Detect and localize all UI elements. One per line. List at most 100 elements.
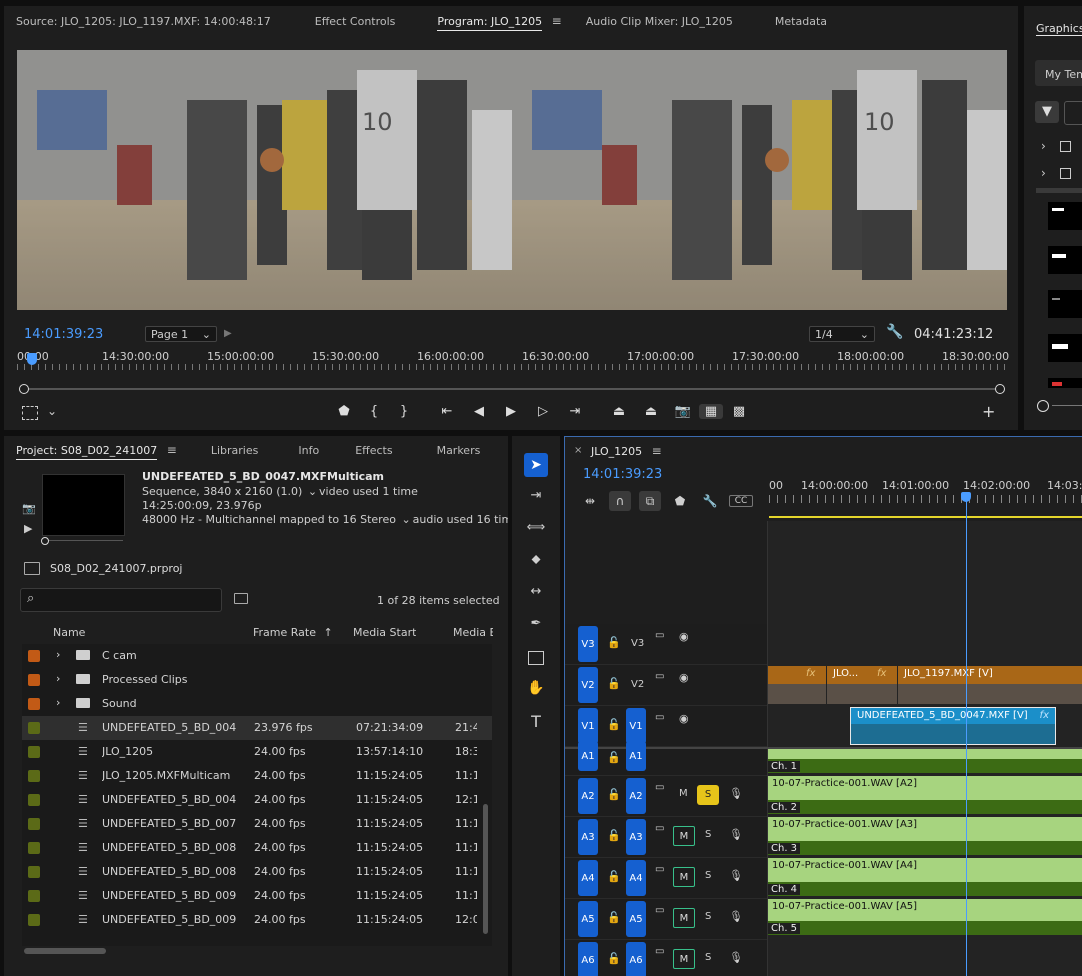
source-patch-v1[interactable]: V1 bbox=[578, 708, 598, 744]
label-color-swatch[interactable] bbox=[28, 794, 40, 806]
project-folder-row[interactable]: › Sound bbox=[22, 692, 492, 716]
project-item-row[interactable]: ☰ JLO_1205 24.00 fps 13:57:14:10 18:3 bbox=[22, 740, 492, 764]
tab-audio-clip-mixer[interactable]: Audio Clip Mixer: JLO_1205 bbox=[576, 15, 747, 28]
source-patch-a6[interactable]: A6 bbox=[578, 942, 598, 976]
comparison-view-icon[interactable]: ▩ bbox=[723, 404, 755, 419]
solo-button[interactable]: S bbox=[705, 911, 711, 922]
microphone-icon[interactable]: 🎙 bbox=[729, 787, 743, 800]
add-button-icon[interactable]: + bbox=[982, 402, 995, 421]
project-item-row[interactable]: ☰ JLO_1205.MXFMulticam 24.00 fps 11:15:24:0… bbox=[22, 764, 492, 788]
tab-sequence[interactable]: JLO_1205 ≡ bbox=[591, 444, 662, 458]
camera-icon[interactable]: 📷 bbox=[22, 502, 36, 515]
resolution-select[interactable]: 1/4 ⌄ bbox=[809, 326, 875, 342]
checkbox[interactable] bbox=[1060, 168, 1071, 179]
snap-magnet-icon[interactable]: ∩ bbox=[609, 491, 631, 511]
wrench-icon[interactable]: 🔧 bbox=[886, 324, 903, 340]
step-forward-icon[interactable]: ▷ bbox=[527, 404, 559, 419]
sync-lock-icon[interactable]: ▭ bbox=[655, 782, 664, 793]
play-icon[interactable]: ▶ bbox=[495, 404, 527, 419]
timeline-ruler[interactable]: 00 14:00:00:00 14:01:00:00 14:02:00:00 1… bbox=[769, 479, 1082, 519]
go-to-out-icon[interactable]: ⇥ bbox=[559, 404, 591, 419]
template-thumbnail[interactable] bbox=[1048, 378, 1082, 388]
tab-source[interactable]: Source: JLO_1205: JLO_1197.MXF: 14:00:48… bbox=[4, 15, 285, 28]
track-select-tool-icon[interactable]: ⇥ bbox=[524, 488, 548, 503]
search-field[interactable] bbox=[1064, 101, 1082, 125]
sync-lock-icon[interactable]: ▭ bbox=[655, 630, 664, 641]
vertical-scrollbar[interactable] bbox=[483, 804, 488, 934]
lock-icon[interactable]: 🔓 bbox=[607, 952, 621, 965]
mute-button[interactable]: M bbox=[673, 826, 695, 846]
multicam-view-icon[interactable]: ▦ bbox=[699, 404, 723, 419]
label-color-swatch[interactable] bbox=[28, 650, 40, 662]
microphone-icon[interactable]: 🎙 bbox=[729, 869, 743, 882]
audio-clip-a2[interactable]: 10-07-Practice-001.WAV [A2] Ch. 2 bbox=[768, 776, 1082, 814]
preview-scrub-handle[interactable] bbox=[41, 537, 49, 545]
mute-button[interactable]: M bbox=[673, 908, 695, 928]
tab-project[interactable]: Project: S08_D02_241007 ≡ bbox=[4, 443, 191, 460]
tab-libraries[interactable]: Libraries bbox=[191, 444, 273, 457]
label-color-swatch[interactable] bbox=[28, 866, 40, 878]
project-item-row[interactable]: ☰ UNDEFEATED_5_BD_0095. 24.00 fps 11:15:24:… bbox=[22, 908, 492, 932]
label-color-swatch[interactable] bbox=[28, 698, 40, 710]
lock-icon[interactable]: 🔓 bbox=[607, 677, 621, 690]
audio-clip-a1[interactable]: Ch. 1 bbox=[768, 749, 1082, 773]
source-patch-a2[interactable]: A2 bbox=[578, 778, 598, 814]
label-color-swatch[interactable] bbox=[28, 746, 40, 758]
lock-icon[interactable]: 🔓 bbox=[607, 751, 621, 764]
label-color-swatch[interactable] bbox=[28, 890, 40, 902]
slip-tool-icon[interactable]: ↔ bbox=[524, 584, 548, 599]
close-icon[interactable]: × bbox=[574, 445, 582, 456]
audio-clip-a5[interactable]: 10-07-Practice-001.WAV [A5] Ch. 5 bbox=[768, 899, 1082, 935]
template-thumbnail[interactable] bbox=[1048, 246, 1082, 274]
track-target-v1[interactable]: V1 bbox=[626, 708, 646, 744]
project-item-row[interactable]: ☰ UNDEFEATED_5_BD_0085. 24.00 fps 11:15:24:… bbox=[22, 836, 492, 860]
zoom-scrollbar[interactable] bbox=[19, 384, 1005, 394]
lock-icon[interactable]: 🔓 bbox=[607, 636, 621, 649]
add-marker-icon[interactable]: ⬟ bbox=[669, 494, 691, 508]
export-frame-icon[interactable]: 📷 bbox=[667, 404, 699, 419]
chevron-right-icon[interactable]: › bbox=[56, 648, 60, 661]
track-target-a3[interactable]: A3 bbox=[626, 819, 646, 855]
panel-menu-icon[interactable]: ≡ bbox=[167, 443, 177, 457]
sync-lock-icon[interactable]: ▭ bbox=[655, 712, 664, 723]
project-item-row[interactable]: ☰ UNDEFEATED_5_BD_0048. 24.00 fps 11:15:24:… bbox=[22, 788, 492, 812]
project-folder-row[interactable]: › C cam bbox=[22, 644, 492, 668]
label-color-swatch[interactable] bbox=[28, 770, 40, 782]
program-current-timecode[interactable]: 14:01:39:23 bbox=[24, 327, 103, 342]
chevron-right-icon[interactable]: › bbox=[1041, 139, 1046, 153]
add-marker-icon[interactable]: ⬟ bbox=[329, 404, 359, 419]
audio-clip-a3[interactable]: 10-07-Practice-001.WAV [A3] Ch. 3 bbox=[768, 817, 1082, 855]
eye-icon[interactable]: ◉ bbox=[679, 630, 689, 643]
program-video-frame[interactable]: 10 10 bbox=[17, 50, 1007, 310]
tab-info[interactable]: Info bbox=[272, 444, 333, 457]
chevron-down-icon[interactable]: ⌄ bbox=[399, 513, 412, 526]
ripple-edit-tool-icon[interactable]: ⟺ bbox=[524, 520, 548, 535]
mark-out-icon[interactable]: } bbox=[389, 404, 419, 419]
track-target-a5[interactable]: A5 bbox=[626, 901, 646, 937]
project-item-row[interactable]: ☰ UNDEFEATED_5_BD_0075. 24.00 fps 11:15:24:… bbox=[22, 812, 492, 836]
sync-lock-icon[interactable]: ▭ bbox=[655, 823, 664, 834]
scroll-handle-right[interactable] bbox=[995, 384, 1005, 394]
microphone-icon[interactable]: 🎙 bbox=[729, 910, 743, 923]
insert-overwrite-icon[interactable]: ⇹ bbox=[579, 494, 601, 508]
search-input[interactable]: ⌕ bbox=[20, 588, 222, 612]
play-icon[interactable]: ▶ bbox=[24, 522, 32, 535]
project-item-row[interactable]: ☰ UNDEFEATED_5_BD_0089. 24.00 fps 11:15:24:… bbox=[22, 860, 492, 884]
column-header-frame-rate[interactable]: Frame Rate ↑ bbox=[253, 626, 333, 639]
column-header-media-end[interactable]: Media E bbox=[453, 626, 493, 639]
project-item-row[interactable]: ☰ UNDEFEATED_5_BD_0047. 23.976 fps 07:21:34… bbox=[22, 716, 492, 740]
selection-tool-icon[interactable]: ➤ bbox=[524, 453, 548, 477]
label-color-swatch[interactable] bbox=[28, 914, 40, 926]
tab-markers[interactable]: Markers bbox=[407, 444, 495, 457]
step-back-icon[interactable]: ◀ bbox=[463, 404, 495, 419]
chevron-down-icon[interactable]: ⌄ bbox=[306, 485, 319, 498]
chevron-right-icon[interactable]: › bbox=[56, 672, 60, 685]
captions-icon[interactable]: CC bbox=[729, 495, 753, 507]
eye-icon[interactable]: ◉ bbox=[679, 712, 689, 725]
safe-margins-icon[interactable] bbox=[22, 406, 38, 420]
lock-icon[interactable]: 🔓 bbox=[607, 911, 621, 924]
playhead-marker[interactable] bbox=[27, 353, 37, 365]
template-thumbnail[interactable] bbox=[1048, 334, 1082, 362]
lock-icon[interactable]: 🔓 bbox=[607, 718, 621, 731]
panel-menu-icon[interactable]: ≡ bbox=[552, 14, 562, 28]
